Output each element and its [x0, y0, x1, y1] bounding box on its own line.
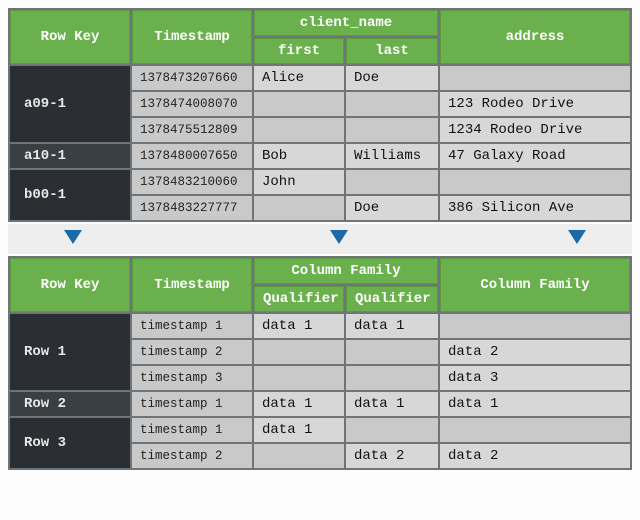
data-cell: [440, 314, 630, 338]
data-cell: data 1: [254, 392, 344, 416]
header-family1: client_name: [254, 10, 438, 36]
data-cell: data 2: [440, 444, 630, 468]
data-cell: data 1: [440, 392, 630, 416]
data-cell: data 1: [254, 418, 344, 442]
data-cell: [254, 444, 344, 468]
timestamp-cell: 1378480007650: [132, 144, 252, 168]
data-cell: John: [254, 170, 344, 194]
data-cell: [440, 170, 630, 194]
arrow-down-icon: [568, 230, 586, 244]
data-cell: data 2: [440, 340, 630, 364]
table-row: a09-11378473207660AliceDoe: [10, 66, 630, 90]
row-key-cell: a10-1: [10, 144, 130, 168]
data-cell: data 3: [440, 366, 630, 390]
timestamp-cell: timestamp 2: [132, 340, 252, 364]
timestamp-cell: 1378473207660: [132, 66, 252, 90]
data-cell: [254, 196, 344, 220]
row-key-cell: b00-1: [10, 170, 130, 220]
timestamp-cell: 1378483210060: [132, 170, 252, 194]
data-cell: Williams: [346, 144, 438, 168]
data-cell: Doe: [346, 66, 438, 90]
header-qualifier2: last: [346, 38, 438, 64]
data-cell: [346, 340, 438, 364]
header-timestamp: Timestamp: [132, 10, 252, 64]
header-rowkey: Row Key: [10, 10, 130, 64]
table-row: b00-11378483210060John: [10, 170, 630, 194]
table-row: Row 1timestamp 1data 1data 1: [10, 314, 630, 338]
data-cell: 123 Rodeo Drive: [440, 92, 630, 116]
data-cell: data 1: [346, 392, 438, 416]
header-rowkey: Row Key: [10, 258, 130, 312]
concrete-table: Row Key Timestamp client_name address fi…: [8, 8, 632, 222]
data-cell: Alice: [254, 66, 344, 90]
row-key-cell: Row 3: [10, 418, 130, 468]
header-family1: Column Family: [254, 258, 438, 284]
table-row: a10-11378480007650BobWilliams47 Galaxy R…: [10, 144, 630, 168]
data-cell: Bob: [254, 144, 344, 168]
data-cell: [346, 92, 438, 116]
timestamp-cell: timestamp 3: [132, 366, 252, 390]
header-timestamp: Timestamp: [132, 258, 252, 312]
data-cell: data 1: [346, 314, 438, 338]
timestamp-cell: timestamp 1: [132, 418, 252, 442]
data-cell: data 2: [346, 444, 438, 468]
data-cell: [440, 418, 630, 442]
data-cell: [254, 340, 344, 364]
data-cell: [346, 366, 438, 390]
header-qualifier1: first: [254, 38, 344, 64]
timestamp-cell: 1378483227777: [132, 196, 252, 220]
data-cell: data 1: [254, 314, 344, 338]
row-key-cell: Row 1: [10, 314, 130, 390]
arrow-down-icon: [330, 230, 348, 244]
table-row: Row 2timestamp 1data 1data 1data 1: [10, 392, 630, 416]
timestamp-cell: timestamp 2: [132, 444, 252, 468]
data-cell: [254, 118, 344, 142]
timestamp-cell: timestamp 1: [132, 392, 252, 416]
arrow-row: [8, 224, 632, 254]
data-cell: [346, 170, 438, 194]
header-family2: address: [440, 10, 630, 64]
row-key-cell: a09-1: [10, 66, 130, 142]
timestamp-cell: timestamp 1: [132, 314, 252, 338]
data-cell: [254, 92, 344, 116]
row-key-cell: Row 2: [10, 392, 130, 416]
data-cell: [440, 66, 630, 90]
header-qualifier1: Qualifier: [254, 286, 344, 312]
data-cell: 1234 Rodeo Drive: [440, 118, 630, 142]
header-qualifier2: Qualifier: [346, 286, 438, 312]
data-cell: 47 Galaxy Road: [440, 144, 630, 168]
timestamp-cell: 1378475512809: [132, 118, 252, 142]
data-cell: Doe: [346, 196, 438, 220]
data-cell: [254, 366, 344, 390]
timestamp-cell: 1378474008070: [132, 92, 252, 116]
header-family2: Column Family: [440, 258, 630, 312]
arrow-down-icon: [64, 230, 82, 244]
data-cell: [346, 118, 438, 142]
abstract-table: Row Key Timestamp Column Family Column F…: [8, 256, 632, 470]
data-cell: [346, 418, 438, 442]
data-cell: 386 Silicon Ave: [440, 196, 630, 220]
table-row: Row 3timestamp 1data 1: [10, 418, 630, 442]
